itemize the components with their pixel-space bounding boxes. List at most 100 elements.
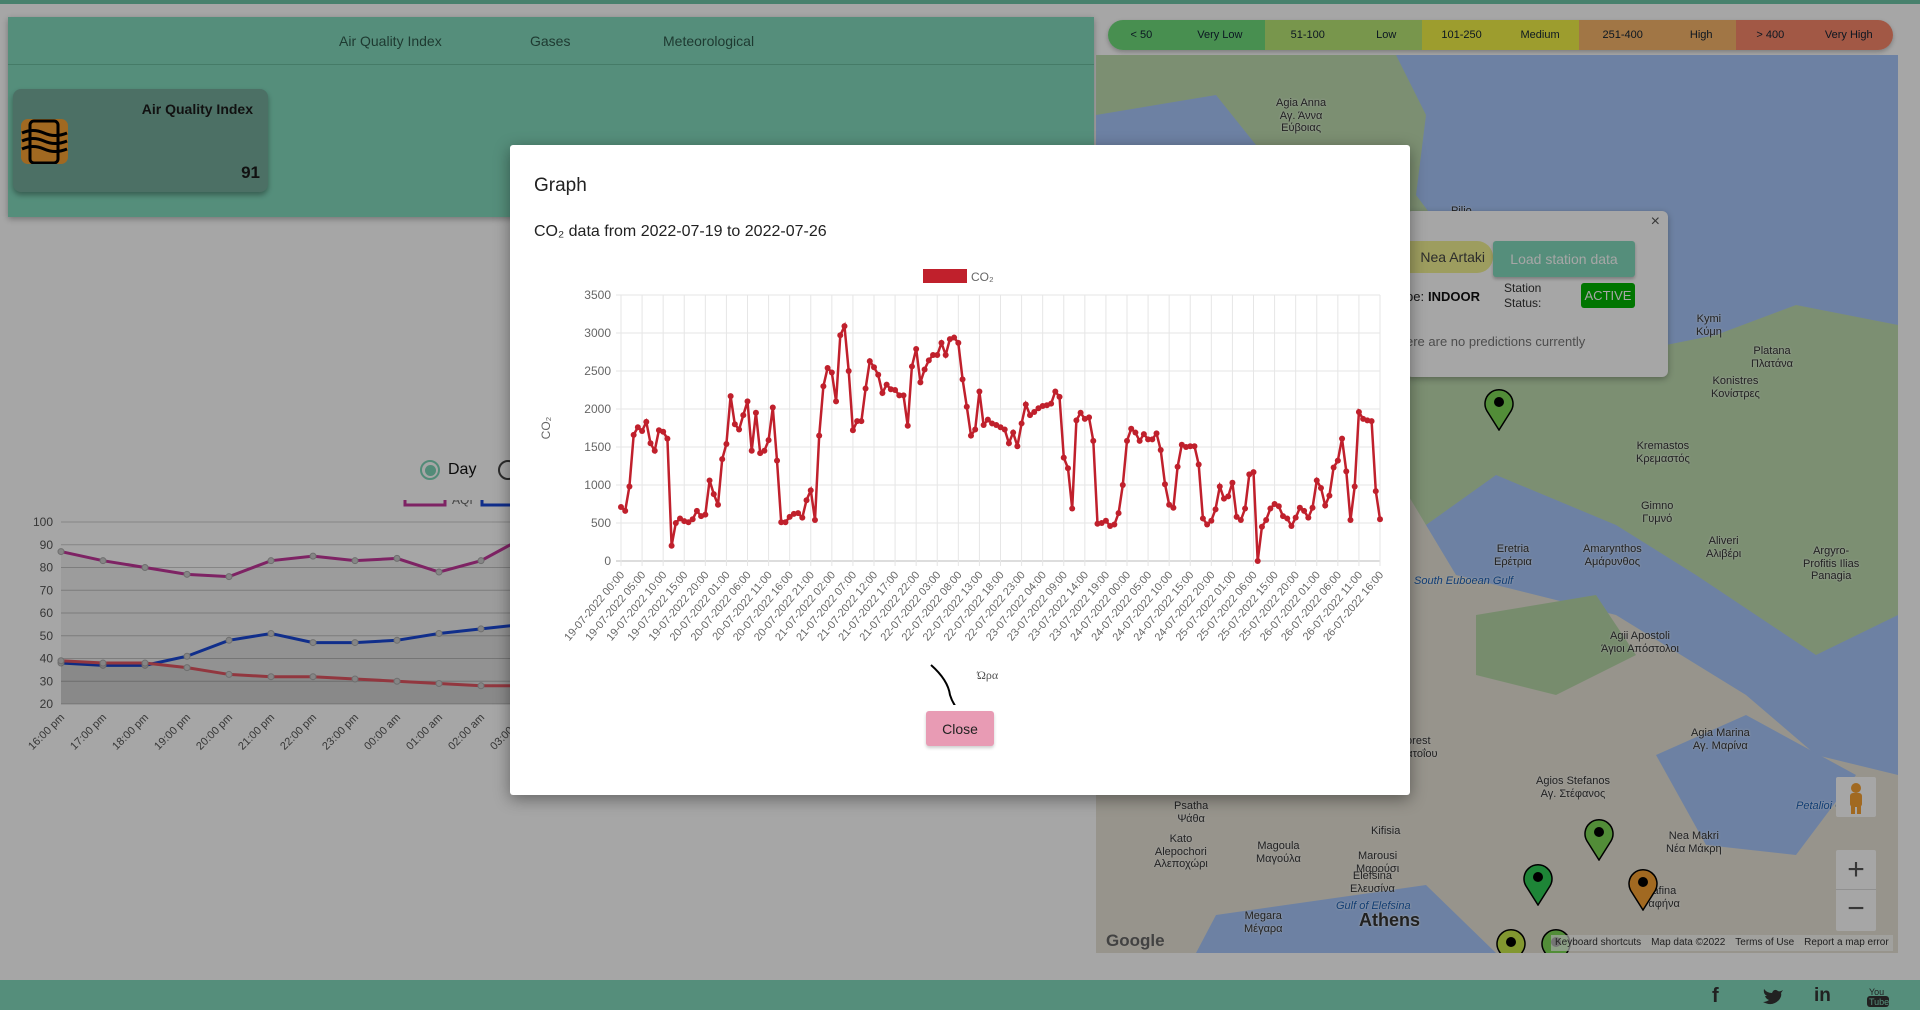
- legend-label-co2: CO₂: [971, 270, 994, 284]
- co2-data-point: [1292, 514, 1299, 521]
- co2-data-point: [765, 437, 772, 444]
- co2-data-point: [1174, 463, 1181, 470]
- co2-data-point: [714, 501, 721, 508]
- co2-data-point: [1157, 447, 1164, 454]
- co2-data-point: [824, 364, 831, 371]
- co2-data-point: [1326, 492, 1333, 499]
- co2-data-point: [803, 497, 810, 504]
- co2-data-point: [761, 447, 768, 454]
- co2-data-point: [1317, 485, 1324, 492]
- co2-data-point: [740, 412, 747, 419]
- co2-data-point: [1056, 393, 1063, 400]
- close-button[interactable]: Close: [926, 711, 994, 746]
- co2-data-point: [1263, 516, 1270, 523]
- co2-data-point: [668, 542, 675, 549]
- y-tick-label: 0: [604, 554, 611, 568]
- co2-data-point: [862, 385, 869, 392]
- co2-data-point: [1005, 440, 1012, 447]
- co2-data-point: [782, 519, 789, 526]
- co2-data-point: [1014, 443, 1021, 450]
- co2-data-point: [1284, 515, 1291, 522]
- co2-data-point: [1132, 429, 1139, 436]
- co2-data-point: [702, 511, 709, 518]
- co2-data-point: [972, 426, 979, 433]
- co2-data-point: [710, 491, 717, 498]
- co2-data-point: [1077, 409, 1084, 416]
- co2-data-point: [917, 379, 924, 386]
- co2-data-point: [963, 403, 970, 410]
- co2-data-point: [622, 507, 629, 514]
- co2-data-point: [651, 447, 658, 454]
- co2-data-point: [1305, 514, 1312, 521]
- co2-data-point: [904, 422, 911, 429]
- modal-subtitle: CO₂ data from 2022-07-19 to 2022-07-26: [534, 223, 827, 240]
- co2-data-point: [639, 428, 646, 435]
- co2-data-point: [1052, 388, 1059, 395]
- y-tick-label: 2000: [584, 402, 611, 416]
- co2-data-point: [727, 393, 734, 400]
- co2-data-point: [1288, 523, 1295, 530]
- co2-data-point: [731, 421, 738, 428]
- co2-data-point: [769, 404, 776, 411]
- y-axis-title: CO₂: [539, 416, 553, 439]
- x-axis-title: Ώρα: [976, 668, 999, 682]
- co2-data-point: [942, 352, 949, 359]
- y-tick-label: 3000: [584, 326, 611, 340]
- co2-data-point: [967, 432, 974, 439]
- co2-data-point: [1149, 436, 1156, 443]
- co2-data-point: [660, 428, 667, 435]
- co2-data-point: [1086, 414, 1093, 421]
- co2-data-point: [1060, 454, 1067, 461]
- co2-data-point: [816, 432, 823, 439]
- co2-data-point: [1111, 521, 1118, 528]
- co2-data-point: [1301, 507, 1308, 514]
- co2-data-point: [934, 352, 941, 359]
- graph-modal: Graph CO₂ data from 2022-07-19 to 2022-0…: [510, 145, 1410, 795]
- y-tick-label: 1500: [584, 440, 611, 454]
- co2-data-point: [719, 456, 726, 463]
- co2-data-point: [630, 431, 637, 438]
- co2-data-point: [1258, 523, 1265, 530]
- co2-data-point: [1048, 400, 1055, 407]
- co2-data-point: [706, 477, 713, 484]
- co2-data-point: [820, 383, 827, 390]
- co2-data-point: [1275, 503, 1282, 510]
- co2-data-point: [1229, 479, 1236, 486]
- co2-data-point: [976, 388, 983, 395]
- co2-data-point: [1355, 409, 1362, 416]
- co2-data-point: [866, 358, 873, 365]
- co2-data-point: [1115, 510, 1122, 517]
- co2-data-point: [1102, 517, 1109, 524]
- co2-data-point: [1212, 506, 1219, 513]
- co2-data-point: [807, 487, 814, 494]
- co2-data-point: [913, 345, 920, 352]
- co2-data-point: [1199, 515, 1206, 522]
- co2-data-point: [1161, 481, 1168, 488]
- co2-data-point: [1124, 437, 1130, 444]
- co2-data-point: [892, 387, 899, 393]
- co2-data-point: [647, 440, 654, 447]
- co2-data-point: [1018, 420, 1025, 427]
- co2-data-point: [879, 390, 886, 397]
- co2-data-point: [1208, 517, 1215, 524]
- co2-data-point: [875, 371, 882, 378]
- co2-data-point: [1372, 488, 1379, 495]
- co2-data-point: [871, 364, 877, 371]
- co2-data-point: [883, 381, 890, 388]
- co2-data-point: [908, 363, 915, 370]
- co2-data-point: [1242, 505, 1249, 512]
- co2-data-point: [672, 520, 679, 526]
- co2-data-point: [841, 323, 848, 330]
- co2-data-point: [774, 457, 781, 464]
- co2-data-point: [1267, 505, 1274, 512]
- co2-data-point: [1347, 516, 1354, 523]
- co2-data-point: [1022, 401, 1029, 408]
- co2-data-point: [1136, 437, 1143, 444]
- co2-data-point: [1225, 493, 1232, 500]
- co2-data-point: [1254, 558, 1261, 564]
- x-axis-title-stroke: [930, 664, 956, 705]
- co2-data-point: [1140, 431, 1147, 438]
- co2-data-point: [849, 427, 856, 434]
- co2-data-point: [811, 516, 818, 523]
- co2-data-point: [723, 440, 730, 447]
